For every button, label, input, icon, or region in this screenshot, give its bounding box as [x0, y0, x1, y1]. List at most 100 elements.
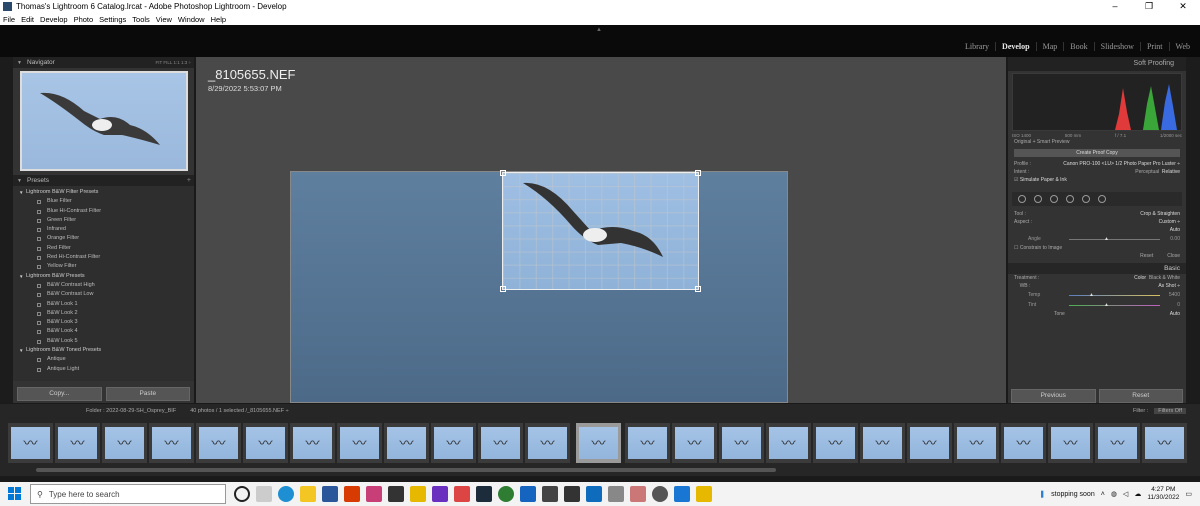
previous-button[interactable]: Previous: [1011, 389, 1096, 403]
network-icon[interactable]: ◍: [1111, 490, 1117, 498]
word-icon[interactable]: [322, 486, 338, 502]
filmstrip-thumb[interactable]: 〰: [243, 423, 288, 463]
simulate-paper-checkbox[interactable]: ☑ Simulate Paper & Ink: [1008, 176, 1186, 184]
filmstrip-thumb[interactable]: 〰: [149, 423, 194, 463]
adjustment-brush-icon[interactable]: [1098, 195, 1106, 203]
preset-item[interactable]: B&W Look 3: [13, 318, 194, 327]
crop-reset-button[interactable]: Reset: [1140, 253, 1153, 259]
app-icon[interactable]: [608, 486, 624, 502]
menu-tools[interactable]: Tools: [132, 15, 150, 24]
crop-handle[interactable]: [695, 170, 701, 176]
copy-button[interactable]: Copy...: [17, 387, 102, 401]
filmstrip-thumb[interactable]: 〰: [1142, 423, 1187, 463]
reset-button[interactable]: Reset: [1098, 389, 1183, 403]
settings-gear-icon[interactable]: [652, 486, 668, 502]
app-icon[interactable]: [366, 486, 382, 502]
filmstrip-thumb[interactable]: 〰: [1095, 423, 1140, 463]
filmstrip-thumb[interactable]: 〰: [672, 423, 717, 463]
presets-header[interactable]: ▼ Presets +: [13, 175, 194, 186]
zoom-options[interactable]: FIT FILL 1:1 1:3 ÷: [156, 60, 192, 65]
filmstrip-thumb[interactable]: 〰: [1001, 423, 1046, 463]
photo-count[interactable]: 40 photos / 1 selected /_8105655.NEF ÷: [190, 408, 288, 414]
preset-item[interactable]: B&W Look 1: [13, 300, 194, 309]
filmstrip-thumb[interactable]: 〰: [766, 423, 811, 463]
menu-photo[interactable]: Photo: [74, 15, 94, 24]
filter-dropdown[interactable]: Filters Off: [1154, 408, 1186, 414]
app-icon[interactable]: [564, 486, 580, 502]
preset-folder[interactable]: ▼ Lightroom B&W Filter Presets: [13, 188, 194, 197]
wb-row[interactable]: WB : As Shot ÷: [1008, 282, 1186, 290]
intent-row[interactable]: Intent : Perceptual Relative: [1008, 168, 1186, 176]
menu-settings[interactable]: Settings: [99, 15, 126, 24]
app-icon[interactable]: [410, 486, 426, 502]
notification-icon[interactable]: ▭: [1185, 490, 1192, 498]
preset-item[interactable]: Yellow Filter: [13, 262, 194, 271]
temp-slider[interactable]: Temp ▲ 5400: [1014, 290, 1180, 300]
module-develop[interactable]: Develop: [995, 42, 1036, 51]
basic-header[interactable]: Basic: [1008, 263, 1186, 274]
navigator-header[interactable]: ▼ Navigator FIT FILL 1:1 1:3 ÷: [13, 57, 194, 68]
filmstrip-thumb[interactable]: 〰: [55, 423, 100, 463]
preset-item[interactable]: Red Filter: [13, 244, 194, 253]
cortana-icon[interactable]: [234, 486, 250, 502]
app-icon[interactable]: [454, 486, 470, 502]
module-map[interactable]: Map: [1035, 42, 1064, 51]
preset-item[interactable]: B&W Look 2: [13, 309, 194, 318]
crop-handle[interactable]: [500, 286, 506, 292]
app-icon[interactable]: [696, 486, 712, 502]
crop-overlay[interactable]: [500, 170, 701, 292]
module-print[interactable]: Print: [1139, 42, 1169, 51]
auto-crop-button[interactable]: Auto: [1008, 226, 1186, 234]
preset-item[interactable]: Red Hi-Contrast Filter: [13, 253, 194, 262]
spot-removal-icon[interactable]: [1034, 195, 1042, 203]
filmstrip-thumb[interactable]: 〰: [907, 423, 952, 463]
clock[interactable]: 4:27 PM 11/30/2022: [1147, 486, 1179, 502]
close-button[interactable]: ✕: [1166, 0, 1200, 13]
filmstrip-thumb[interactable]: 〰: [954, 423, 999, 463]
filmstrip-thumb[interactable]: 〰: [1048, 423, 1093, 463]
profile-row[interactable]: Profile : Canon PRO-100 <LU> 1/2 Photo Pa…: [1008, 160, 1186, 168]
task-view-icon[interactable]: [256, 486, 272, 502]
develop-canvas[interactable]: _8105655.NEF 8/29/2022 5:53:07 PM: [196, 57, 1006, 403]
create-proof-copy-button[interactable]: Create Proof Copy: [1014, 149, 1180, 157]
crop-close-button[interactable]: Close: [1167, 253, 1180, 259]
filmstrip-thumb[interactable]: 〰: [196, 423, 241, 463]
office-icon[interactable]: [344, 486, 360, 502]
right-panel-edge[interactable]: [1186, 57, 1200, 403]
menu-window[interactable]: Window: [178, 15, 205, 24]
module-book[interactable]: Book: [1063, 42, 1093, 51]
filmstrip-thumb[interactable]: 〰: [384, 423, 429, 463]
volume-icon[interactable]: ◁: [1123, 490, 1128, 498]
app-icon[interactable]: [542, 486, 558, 502]
filmstrip-thumb[interactable]: 〰: [525, 423, 570, 463]
edge-icon[interactable]: [278, 486, 294, 502]
preset-item[interactable]: B&W Look 5: [13, 337, 194, 346]
filmstrip-thumb[interactable]: 〰: [290, 423, 335, 463]
preset-folder[interactable]: ▼ Lightroom B&W Presets: [13, 272, 194, 281]
folder-path[interactable]: Folder : 2022-08-29-SH_Osprey_BIF: [86, 408, 176, 414]
aspect-row[interactable]: Aspect : Custom ÷: [1008, 218, 1186, 226]
left-panel-edge[interactable]: [0, 57, 13, 403]
shield-icon[interactable]: [520, 486, 536, 502]
crop-tool-icon[interactable]: [1018, 195, 1026, 203]
module-library[interactable]: Library: [959, 42, 995, 51]
preset-item[interactable]: Antique Light: [13, 365, 194, 374]
navigator-preview[interactable]: [19, 71, 188, 171]
file-explorer-icon[interactable]: [300, 486, 316, 502]
filmstrip-thumb[interactable]: 〰: [431, 423, 476, 463]
paste-button[interactable]: Paste: [105, 387, 190, 401]
minimize-button[interactable]: –: [1098, 0, 1132, 13]
filmstrip-thumb[interactable]: 〰: [625, 423, 670, 463]
angle-slider[interactable]: Angle ▲ 0.00: [1014, 234, 1180, 244]
filmstrip-thumb[interactable]: 〰: [478, 423, 523, 463]
collapse-triangle-icon[interactable]: ▼: [17, 178, 22, 184]
menu-edit[interactable]: Edit: [21, 15, 34, 24]
menu-view[interactable]: View: [156, 15, 172, 24]
maximize-button[interactable]: ❐: [1132, 0, 1166, 13]
windows-start-icon[interactable]: [0, 487, 30, 501]
filmstrip-thumb-selected[interactable]: 〰: [576, 423, 621, 463]
preset-item[interactable]: B&W Contrast Low: [13, 290, 194, 299]
filmstrip-thumb[interactable]: 〰: [860, 423, 905, 463]
filmstrip-thumb[interactable]: 〰: [102, 423, 147, 463]
soft-proofing-header[interactable]: Soft Proofing: [1008, 57, 1186, 71]
